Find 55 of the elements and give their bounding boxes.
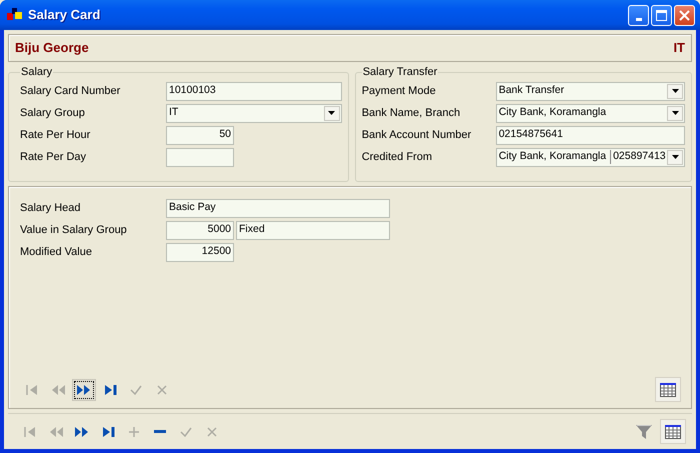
field-label: Rate Per Hour bbox=[20, 128, 92, 143]
dropdown-value: IT bbox=[169, 105, 180, 120]
caret-icon bbox=[672, 89, 678, 93]
field-label: Salary Head bbox=[20, 200, 82, 216]
maximize-icon bbox=[656, 10, 667, 20]
number-field[interactable]: 5000 bbox=[166, 220, 234, 240]
field-label: Bank Name, Branch bbox=[362, 106, 462, 121]
text-field[interactable]: 02154875641 bbox=[496, 126, 685, 144]
close-icon bbox=[679, 10, 690, 20]
dropdown-button[interactable] bbox=[667, 150, 683, 164]
dropdown-field[interactable]: Bank Transfer bbox=[496, 82, 685, 100]
dropdown-value: Bank Transfer bbox=[498, 83, 566, 98]
group-title: Salary bbox=[20, 66, 54, 78]
table-icon bbox=[660, 382, 676, 396]
field-label: Value in Salary Group bbox=[20, 222, 128, 238]
dropdown-field[interactable]: City Bank, Koramangla bbox=[496, 104, 685, 122]
navigator-button[interactable] bbox=[72, 378, 96, 400]
minus-icon bbox=[154, 430, 166, 433]
dropdown-field[interactable]: City Bank, Koramangla 025897413 bbox=[496, 148, 685, 166]
filter-icon[interactable] bbox=[636, 424, 652, 438]
number-field[interactable] bbox=[166, 148, 234, 166]
window-title: Salary Card bbox=[28, 6, 100, 24]
minimize-icon bbox=[636, 18, 642, 20]
field-label: Rate Per Day bbox=[20, 150, 88, 165]
caret-icon bbox=[672, 111, 678, 115]
grid-button[interactable] bbox=[660, 419, 686, 444]
grid-button[interactable] bbox=[655, 377, 681, 402]
text-field[interactable]: Fixed bbox=[236, 220, 390, 240]
table-icon bbox=[665, 424, 681, 438]
group-name: IT bbox=[673, 39, 685, 58]
dropdown-button[interactable] bbox=[667, 106, 683, 120]
close-button[interactable] bbox=[674, 4, 695, 26]
dropdown-button[interactable] bbox=[667, 84, 683, 98]
dropdown-value: City Bank, Koramangla bbox=[498, 105, 608, 120]
number-field[interactable]: 12500 bbox=[166, 242, 234, 262]
dropdown-value: 025897413 bbox=[613, 149, 667, 164]
field-label: Bank Account Number bbox=[362, 128, 472, 143]
maximize-button[interactable] bbox=[651, 4, 672, 26]
minimize-button[interactable] bbox=[628, 4, 649, 26]
text-field[interactable]: 10100103 bbox=[166, 82, 342, 100]
field-label: Modified Value bbox=[20, 244, 93, 260]
field-label: Payment Mode bbox=[362, 84, 437, 99]
text-field[interactable]: Basic Pay bbox=[166, 198, 390, 218]
dropdown-value: City Bank, Koramangla bbox=[498, 149, 606, 164]
employee-name: Biju George bbox=[15, 39, 89, 58]
caret-icon bbox=[672, 155, 678, 159]
dropdown-button[interactable] bbox=[324, 106, 340, 120]
group-title: Salary Transfer bbox=[362, 66, 438, 78]
field-label: Salary Card Number bbox=[20, 84, 122, 99]
field-label: Salary Group bbox=[20, 106, 86, 121]
field-label: Credited From bbox=[362, 150, 433, 165]
caret-icon bbox=[328, 111, 336, 115]
app-icon bbox=[7, 8, 23, 22]
dropdown-field[interactable]: IT bbox=[166, 104, 342, 122]
number-field[interactable]: 50 bbox=[166, 126, 234, 144]
